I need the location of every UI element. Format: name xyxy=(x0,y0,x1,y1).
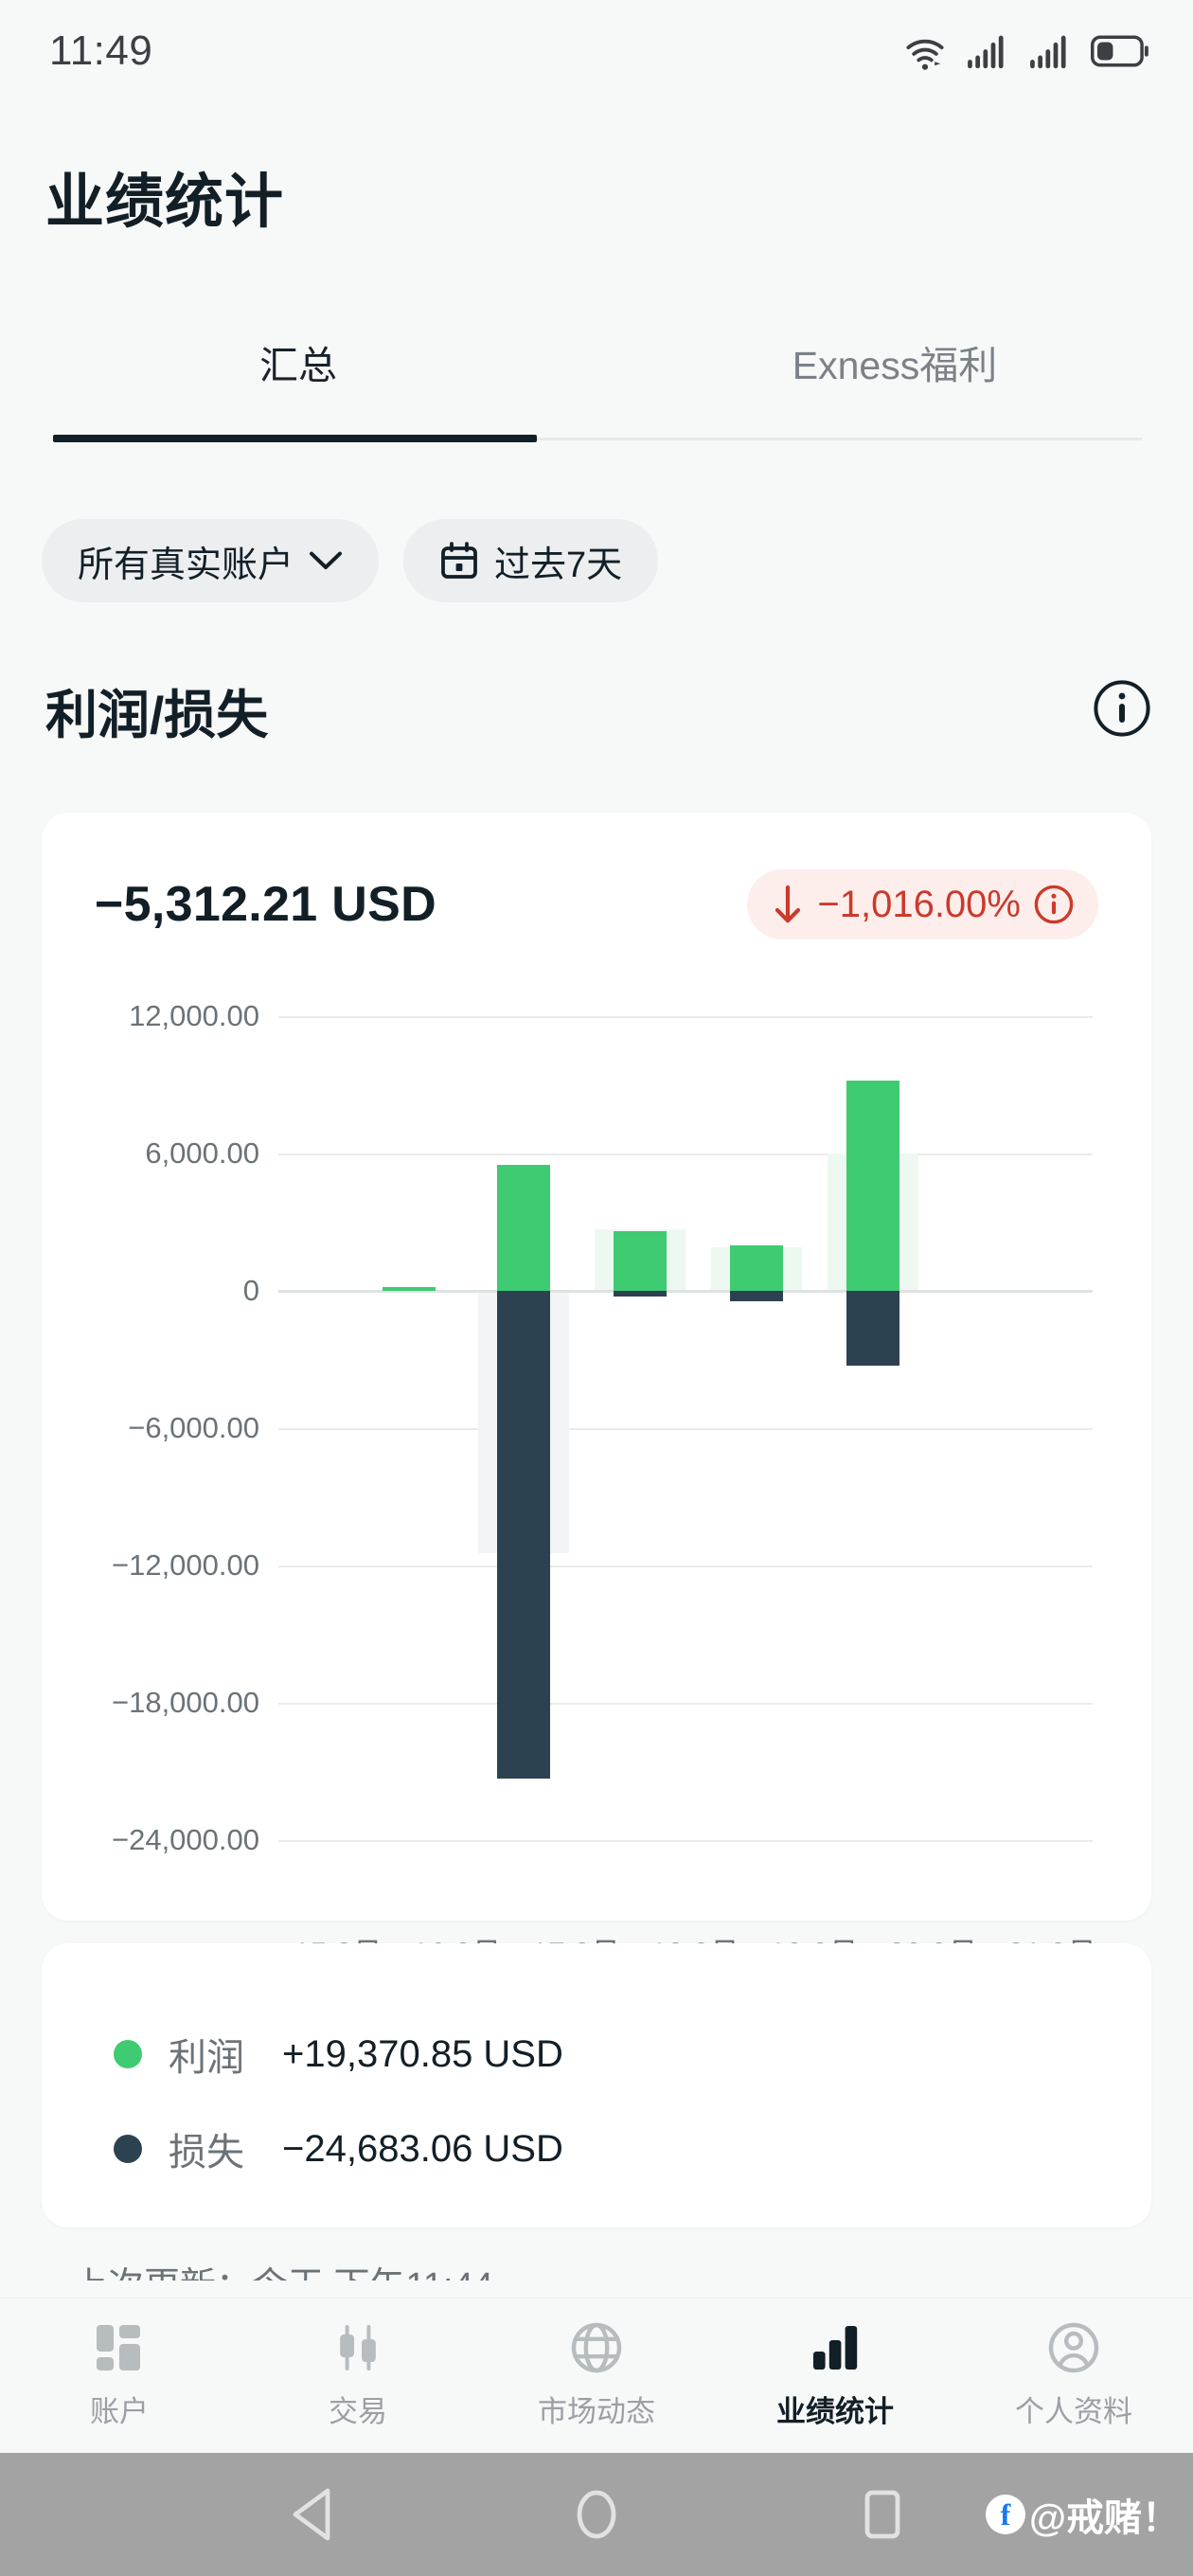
bar-profit xyxy=(846,1081,899,1291)
bar-profit xyxy=(730,1245,783,1291)
legend-dot-profit xyxy=(114,2040,142,2068)
globe-icon xyxy=(570,2321,623,2374)
bar-loss xyxy=(730,1291,783,1301)
profit-loss-chart-card: −5,312.21 USD −1,016.00% 12,000.00 6,000… xyxy=(42,813,1151,1921)
signal-icon xyxy=(966,32,1009,70)
facebook-icon: f xyxy=(985,2495,1025,2534)
nav-item-profile[interactable]: 个人资料 xyxy=(954,2321,1193,2430)
account-filter-label: 所有真实账户 xyxy=(78,545,294,585)
info-circle-icon[interactable] xyxy=(1034,885,1074,924)
change-percent-value: −1,016.00% xyxy=(817,883,1021,925)
nav-label-market: 市场动态 xyxy=(538,2395,655,2428)
watermark-text: @戒赌！ xyxy=(1028,2497,1180,2539)
account-filter-chip[interactable]: 所有真实账户 xyxy=(42,519,380,602)
status-time: 11:49 xyxy=(49,27,153,74)
nav-item-trade[interactable]: 交易 xyxy=(239,2321,477,2430)
date-range-chip[interactable]: 过去7天 xyxy=(403,519,659,602)
battery-icon xyxy=(1091,35,1149,67)
bar-chart-icon xyxy=(809,2321,862,2374)
legend-row: 利润 +19,370.85 USD xyxy=(114,2027,563,2082)
person-icon xyxy=(1047,2321,1100,2374)
watermark: f @戒赌！ xyxy=(985,2487,1180,2542)
page-title: 业绩统计 xyxy=(45,170,285,235)
ytick-label: −12,000.00 xyxy=(111,1548,259,1582)
nav-label-performance: 业绩统计 xyxy=(776,2395,894,2428)
change-percent-badge[interactable]: −1,016.00% xyxy=(747,869,1098,939)
profit-loss-section-header: 利润/损失 xyxy=(45,672,1151,748)
wifi-icon xyxy=(903,32,947,70)
ytick-label: 6,000.00 xyxy=(145,1136,259,1170)
profit-loss-amount: −5,312.21 USD xyxy=(95,877,436,932)
bar-profit xyxy=(497,1165,550,1291)
bar-loss xyxy=(846,1291,899,1366)
date-range-label: 过去7天 xyxy=(494,545,623,585)
legend-label-profit: 利润 xyxy=(169,2037,244,2079)
circle-home-icon[interactable] xyxy=(572,2487,621,2542)
candlestick-icon xyxy=(331,2321,384,2374)
legend-dot-loss xyxy=(114,2135,142,2163)
ytick-label: 0 xyxy=(242,1274,259,1307)
ytick-label: −24,000.00 xyxy=(111,1823,259,1856)
bar-profit xyxy=(614,1231,667,1291)
status-icons xyxy=(903,32,1149,70)
status-bar: 11:49 xyxy=(0,0,1193,102)
nav-label-trade: 交易 xyxy=(329,2395,387,2428)
square-recents-icon[interactable] xyxy=(858,2487,907,2542)
bar-profit xyxy=(383,1287,436,1291)
section-title: 利润/损失 xyxy=(45,686,269,744)
filter-chips: 所有真实账户 过去7天 xyxy=(42,519,659,602)
tab-exness-benefits[interactable]: Exness福利 xyxy=(596,305,1193,438)
ytick-label: −6,000.00 xyxy=(128,1411,259,1444)
nav-label-accounts: 账户 xyxy=(90,2395,149,2428)
bar-loss xyxy=(614,1291,667,1297)
tab-summary[interactable]: 汇总 xyxy=(0,305,596,438)
nav-item-market[interactable]: 市场动态 xyxy=(477,2321,716,2430)
nav-item-accounts[interactable]: 账户 xyxy=(0,2321,239,2430)
tab-active-indicator xyxy=(53,435,537,442)
chart-plot: 12,000.00 6,000.00 0 −6,000.00 −12,000.0… xyxy=(42,999,1151,1856)
tab-bar: 汇总 Exness福利 xyxy=(0,305,1193,438)
nav-item-performance[interactable]: 业绩统计 xyxy=(716,2321,954,2430)
arrow-down-icon xyxy=(772,885,804,924)
ytick-label: 12,000.00 xyxy=(129,999,259,1032)
ytick-label: −18,000.00 xyxy=(111,1686,259,1719)
info-icon[interactable] xyxy=(1093,679,1151,742)
legend-value-profit: +19,370.85 USD xyxy=(282,2032,563,2075)
legend-value-loss: −24,683.06 USD xyxy=(282,2127,563,2170)
bottom-navigation: 账户 交易 市场动态 业绩统计 个人资料 xyxy=(0,2298,1193,2453)
chevron-down-icon xyxy=(309,550,343,571)
android-system-nav: f @戒赌！ xyxy=(0,2453,1193,2576)
phone-screen: 11:49 业绩统计 汇总 Exness福利 所有真实账户 过去7天 利润/损失… xyxy=(0,0,1193,2576)
plot-area xyxy=(278,1000,1093,1852)
legend-row: 损失 −24,683.06 USD xyxy=(114,2121,563,2176)
calendar-icon xyxy=(439,541,479,581)
signal-icon xyxy=(1028,32,1072,70)
legend-card: 利润 +19,370.85 USD 损失 −24,683.06 USD xyxy=(42,1943,1151,2227)
nav-label-profile: 个人资料 xyxy=(1015,2395,1132,2428)
bar-loss xyxy=(497,1291,550,1779)
triangle-back-icon[interactable] xyxy=(286,2487,335,2542)
chart-card-header: −5,312.21 USD −1,016.00% xyxy=(95,869,1098,939)
legend-label-loss: 损失 xyxy=(169,2132,244,2174)
dashboard-icon xyxy=(93,2321,146,2374)
last-updated-text: 上次更新：今天 下午11:44 xyxy=(72,2256,493,2281)
